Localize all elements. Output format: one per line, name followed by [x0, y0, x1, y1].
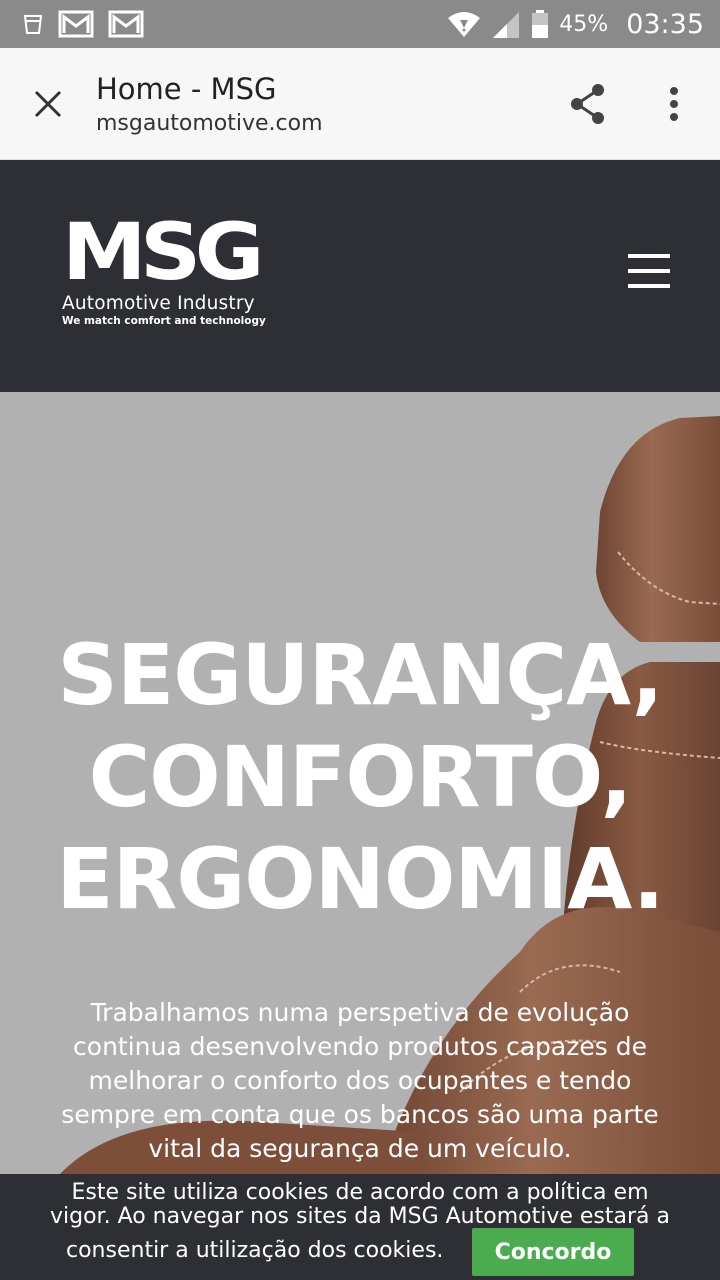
hamburger-icon[interactable] [628, 254, 670, 288]
gmail-icon [58, 10, 94, 38]
cookie-banner: Este site utiliza cookies de acordo com … [0, 1174, 720, 1280]
notification-icons [0, 9, 144, 39]
more-vert-icon [670, 87, 678, 121]
hero-title-line: CONFORTO, [88, 728, 633, 826]
clock: 03:35 [626, 8, 704, 40]
site-header: MSG Automotive Industry We match comfort… [0, 160, 720, 392]
more-options-button[interactable] [654, 78, 694, 130]
page-title: Home - MSG [96, 72, 277, 106]
page-title-block: Home - MSG msgautomotive.com [96, 71, 323, 136]
signal-icon [493, 12, 520, 38]
share-icon [571, 84, 604, 124]
hero-section: SEGURANÇA, CONFORTO, ERGONOMIA. Trabalha… [0, 392, 720, 1174]
accept-cookies-button[interactable]: Concordo [472, 1228, 634, 1276]
logo-tagline: We match comfort and technology [62, 315, 266, 327]
page-url: msgautomotive.com [96, 111, 323, 136]
wifi-icon [448, 12, 481, 37]
close-icon [34, 90, 62, 117]
custom-tab-toolbar: Home - MSG msgautomotive.com [0, 48, 720, 160]
gmail-icon [108, 10, 144, 38]
cookie-text: vigor. Ao navegar nos sites da MSG Autom… [50, 1204, 670, 1229]
system-icons: 45% 03:35 [447, 9, 720, 40]
hero-title-line: ERGONOMIA. [56, 830, 664, 928]
logo-subtitle: Automotive Industry [62, 293, 255, 314]
battery-percent: 45% [559, 11, 609, 37]
hero-title-line: SEGURANÇA, [57, 626, 663, 724]
msg-logo[interactable]: MSG [62, 216, 262, 286]
cookie-text: Este site utiliza cookies de acordo com … [71, 1180, 649, 1205]
status-bar: 45% 03:35 [0, 0, 720, 48]
hero-title: SEGURANÇA, CONFORTO, ERGONOMIA. [0, 624, 720, 930]
cup-icon [23, 15, 43, 34]
close-button[interactable] [0, 48, 96, 160]
share-button[interactable] [564, 78, 612, 130]
battery-icon [532, 10, 549, 38]
logo-text: MSG [62, 216, 259, 286]
hero-paragraph: Trabalhamos numa perspetiva de evolução … [61, 998, 659, 1163]
cookie-text: consentir a utilização dos cookies. [66, 1238, 444, 1263]
